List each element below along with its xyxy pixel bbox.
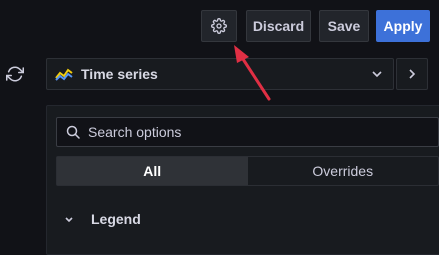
tab-overrides[interactable]: Overrides <box>248 157 439 185</box>
time-series-icon <box>55 67 73 81</box>
search-box[interactable] <box>56 117 439 147</box>
search-icon <box>66 125 80 139</box>
chevron-right-icon <box>409 69 416 79</box>
chevron-down-icon <box>63 213 75 225</box>
collapse-options-button[interactable] <box>396 58 428 90</box>
visualization-picker[interactable]: Time series <box>46 58 394 90</box>
refresh-icon <box>6 66 24 82</box>
settings-button[interactable] <box>201 10 237 42</box>
tab-all[interactable]: All <box>57 157 248 185</box>
discard-button[interactable]: Discard <box>246 10 311 42</box>
save-button[interactable]: Save <box>319 10 369 42</box>
gear-icon <box>211 18 227 34</box>
apply-button[interactable]: Apply <box>376 10 430 42</box>
chevron-down-icon <box>372 71 382 78</box>
section-legend[interactable]: Legend <box>63 210 141 228</box>
visualization-label: Time series <box>81 66 158 82</box>
refresh-button[interactable] <box>0 58 30 90</box>
section-legend-label: Legend <box>91 211 141 227</box>
options-tabs: All Overrides <box>56 156 439 186</box>
search-input[interactable] <box>86 123 438 141</box>
options-pane: All Overrides Legend <box>46 105 439 255</box>
